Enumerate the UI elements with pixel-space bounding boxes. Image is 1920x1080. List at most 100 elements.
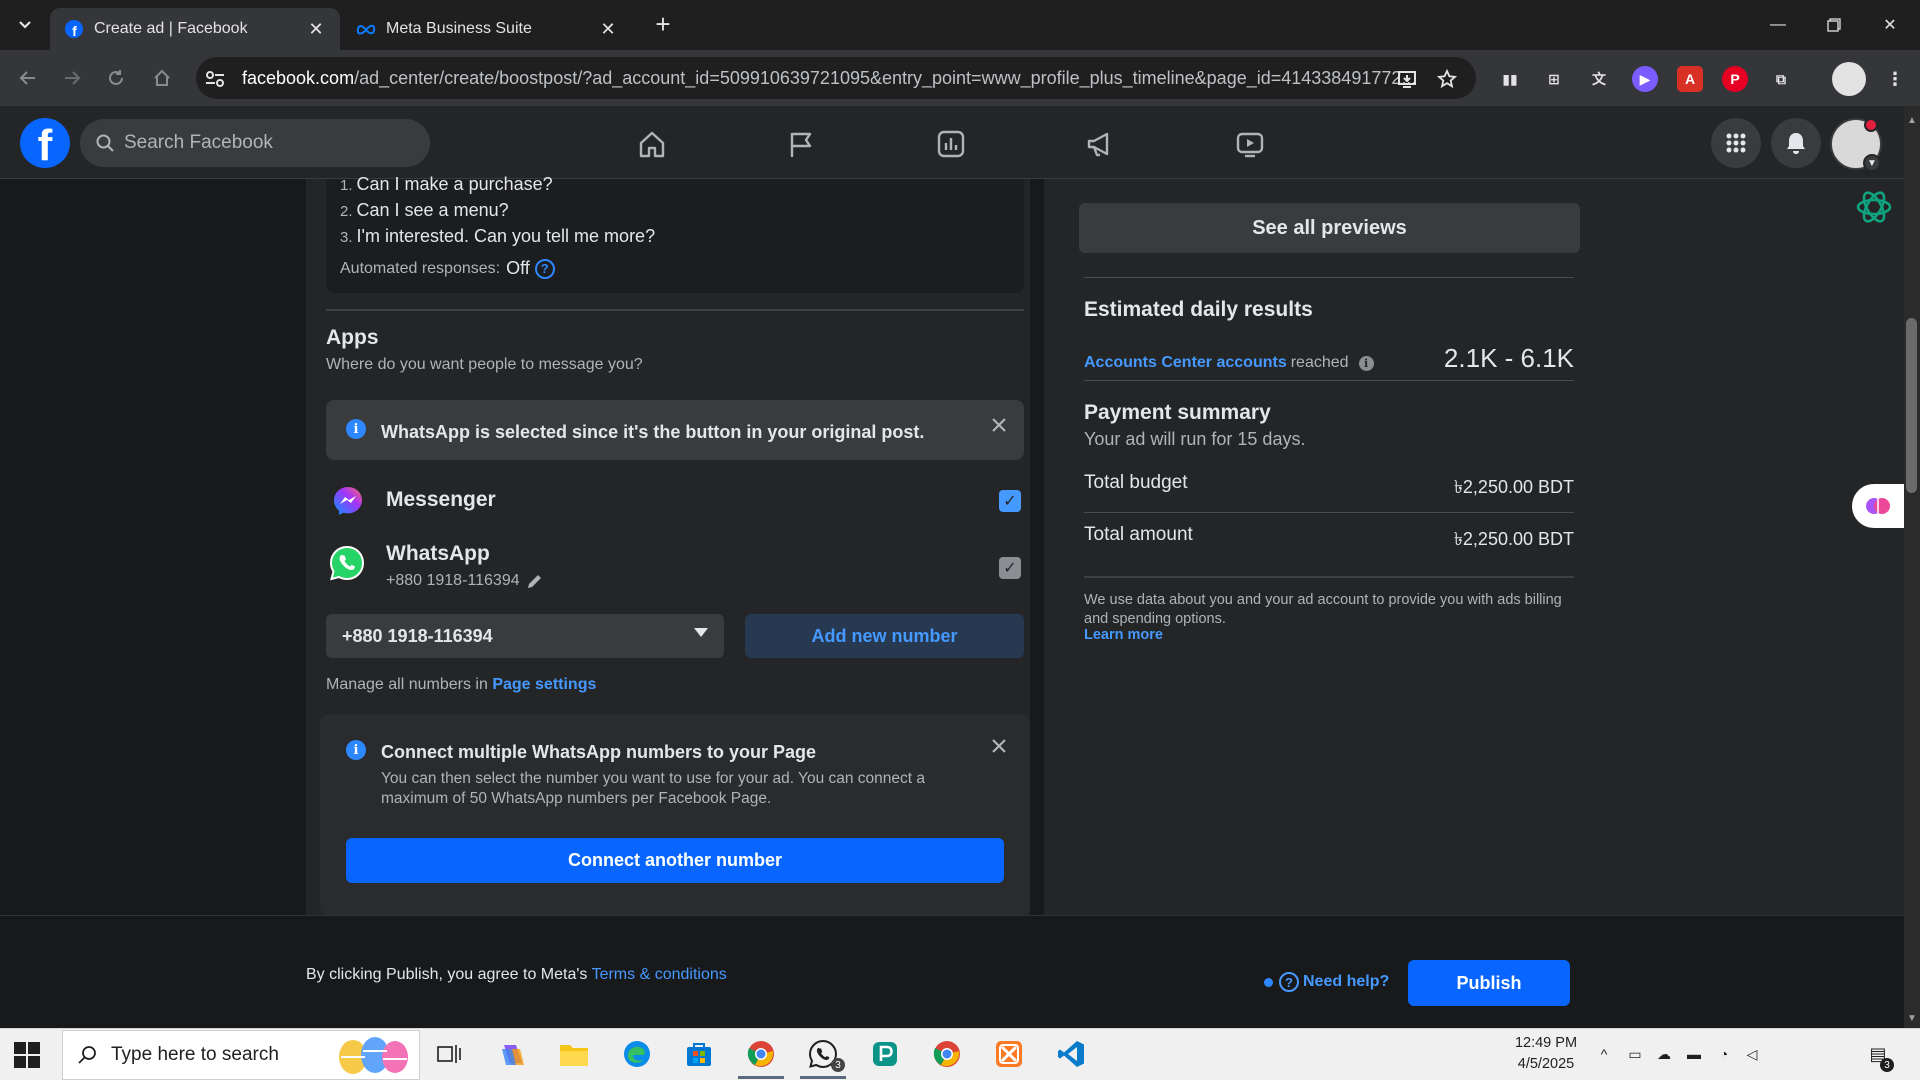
- scroll-up-icon[interactable]: ▲: [1904, 112, 1920, 128]
- reach-estimate: 2.1K - 6.1K: [1443, 343, 1574, 373]
- tab-close-icon[interactable]: ✕: [598, 19, 618, 39]
- dropdown-caret-icon: [694, 628, 708, 637]
- question-item: 2. Can I see a menu?: [340, 200, 509, 220]
- account-chevron-icon[interactable]: ▼: [1863, 154, 1881, 172]
- volume-muted-icon[interactable]: ◁: [1742, 1044, 1762, 1064]
- back-icon[interactable]: [14, 64, 42, 92]
- scrollbar-thumb[interactable]: [1906, 318, 1917, 493]
- wifi-icon[interactable]: ◔: [1714, 1044, 1734, 1064]
- windows-start-icon[interactable]: [14, 1042, 40, 1068]
- taskbar-search-input[interactable]: Type here to search: [62, 1030, 420, 1080]
- brain-extension-icon[interactable]: [1852, 484, 1904, 528]
- edit-pencil-icon[interactable]: [526, 572, 544, 590]
- info-icon[interactable]: i: [1358, 355, 1374, 371]
- payment-summary-title: Payment summary: [1084, 401, 1271, 424]
- chrome-icon[interactable]: [744, 1037, 778, 1071]
- meta-favicon-icon: [356, 19, 376, 39]
- bookmark-star-icon[interactable]: [1434, 66, 1460, 92]
- messenger-icon: [332, 485, 364, 517]
- tab-search-chevron-icon[interactable]: [10, 11, 40, 39]
- whatsapp-label: WhatsApp: [386, 542, 490, 565]
- facebook-favicon-icon: f: [64, 19, 84, 39]
- close-icon[interactable]: [987, 413, 1011, 437]
- whatsapp-notice-text: WhatsApp is selected since it's the butt…: [381, 422, 925, 442]
- ads-megaphone-icon[interactable]: [1080, 124, 1120, 164]
- translate-extension-icon[interactable]: 文: [1586, 66, 1612, 92]
- selected-number: +880 1918-116394: [342, 625, 493, 646]
- chrome-profile-avatar[interactable]: [1832, 62, 1866, 96]
- see-all-previews-button[interactable]: See all previews: [1079, 203, 1580, 253]
- tab-meta-business-suite[interactable]: Meta Business Suite ✕: [342, 8, 632, 50]
- xampp-icon[interactable]: [992, 1037, 1026, 1071]
- scroll-down-icon[interactable]: ▼: [1904, 1010, 1920, 1026]
- pages-flag-icon[interactable]: [781, 124, 821, 164]
- facebook-logo-icon[interactable]: f: [20, 118, 70, 168]
- chrome-profile-icon[interactable]: [930, 1037, 964, 1071]
- insights-chart-icon[interactable]: [931, 124, 971, 164]
- taskbar-search-placeholder: Type here to search: [111, 1044, 279, 1065]
- info-icon: i: [346, 419, 366, 439]
- facebook-header: f Search Facebook ▼: [0, 106, 1904, 179]
- facebook-search-input[interactable]: Search Facebook: [80, 119, 430, 167]
- total-budget-label: Total budget: [1084, 472, 1188, 493]
- new-tab-icon[interactable]: +: [650, 11, 676, 38]
- app-p-icon[interactable]: [868, 1037, 902, 1071]
- edge-browser-icon[interactable]: [620, 1037, 654, 1071]
- tab-create-ad[interactable]: f Create ad | Facebook ✕: [50, 8, 340, 50]
- url-path: /ad_center/create/boostpost/?ad_account_…: [354, 67, 1417, 88]
- notifications-bell-icon[interactable]: [1771, 118, 1821, 168]
- task-view-icon[interactable]: [432, 1037, 466, 1071]
- pdf-extension-icon[interactable]: A: [1677, 66, 1703, 92]
- menu-grid-icon[interactable]: [1711, 118, 1761, 168]
- apps-section-subtitle: Where do you want people to message you?: [326, 356, 643, 373]
- whatsapp-checkbox[interactable]: ✓: [999, 557, 1021, 579]
- copilot-icon[interactable]: [496, 1037, 530, 1071]
- home-nav-icon[interactable]: [632, 124, 672, 164]
- add-new-number-button[interactable]: Add new number: [745, 614, 1024, 658]
- apps-section-title: Apps: [326, 326, 379, 349]
- extensions-puzzle-icon[interactable]: ⧉: [1768, 66, 1794, 92]
- meet-now-icon[interactable]: ▭: [1625, 1044, 1645, 1064]
- chatgpt-extension-icon[interactable]: [1852, 185, 1896, 229]
- close-icon[interactable]: [987, 734, 1011, 758]
- home-icon[interactable]: [148, 64, 176, 92]
- tab-close-icon[interactable]: ✕: [306, 19, 326, 39]
- media-extension-icon[interactable]: ▶: [1632, 66, 1658, 92]
- info-icon: i: [346, 740, 366, 760]
- whatsapp-number-select[interactable]: +880 1918-116394: [326, 614, 724, 658]
- help-question-icon[interactable]: ?: [534, 258, 555, 279]
- automated-responses: Automated responses: Off ?: [340, 258, 555, 279]
- address-bar[interactable]: facebook.com/ad_center/create/boostpost/…: [196, 57, 1476, 99]
- pinterest-extension-icon[interactable]: P: [1722, 66, 1748, 92]
- onedrive-icon[interactable]: ☁: [1654, 1044, 1674, 1064]
- publish-button[interactable]: Publish: [1408, 960, 1570, 1006]
- restore-icon[interactable]: [1806, 0, 1862, 50]
- reload-icon[interactable]: [102, 64, 130, 92]
- minimize-icon[interactable]: —: [1750, 0, 1806, 50]
- close-window-icon[interactable]: ✕: [1862, 0, 1918, 50]
- reading-list-icon[interactable]: ▮▮: [1497, 66, 1523, 92]
- sitemap-extension-icon[interactable]: ⊞: [1541, 66, 1567, 92]
- accounts-reached: Accounts Center accounts reached i: [1084, 354, 1374, 372]
- accounts-center-link[interactable]: Accounts Center accounts: [1084, 354, 1287, 372]
- notifications-badge: 3: [1880, 1058, 1894, 1072]
- chrome-menu-icon[interactable]: ⋮: [1882, 66, 1908, 92]
- messenger-checkbox[interactable]: ✓: [999, 490, 1021, 512]
- battery-icon[interactable]: ▬: [1684, 1044, 1704, 1064]
- system-clock[interactable]: 12:49 PM 4/5/2025: [1505, 1033, 1587, 1075]
- terms-link[interactable]: Terms & conditions: [592, 966, 727, 983]
- site-info-icon[interactable]: [202, 66, 228, 92]
- install-app-icon[interactable]: [1394, 66, 1420, 92]
- clock-date: 4/5/2025: [1517, 1056, 1575, 1072]
- microsoft-store-icon[interactable]: [682, 1037, 716, 1071]
- vscode-icon[interactable]: [1054, 1037, 1088, 1071]
- file-explorer-icon[interactable]: [557, 1037, 591, 1071]
- connect-another-number-button[interactable]: Connect another number: [346, 838, 1004, 883]
- video-play-icon[interactable]: [1230, 124, 1270, 164]
- need-help-link[interactable]: ? Need help?: [1264, 972, 1389, 992]
- show-hidden-icons-chevron[interactable]: ^: [1594, 1044, 1614, 1064]
- page-scrollbar[interactable]: [1904, 106, 1920, 1028]
- forward-icon[interactable]: [58, 64, 86, 92]
- page-settings-link[interactable]: Page settings: [492, 676, 596, 693]
- learn-more-link[interactable]: Learn more: [1084, 627, 1163, 643]
